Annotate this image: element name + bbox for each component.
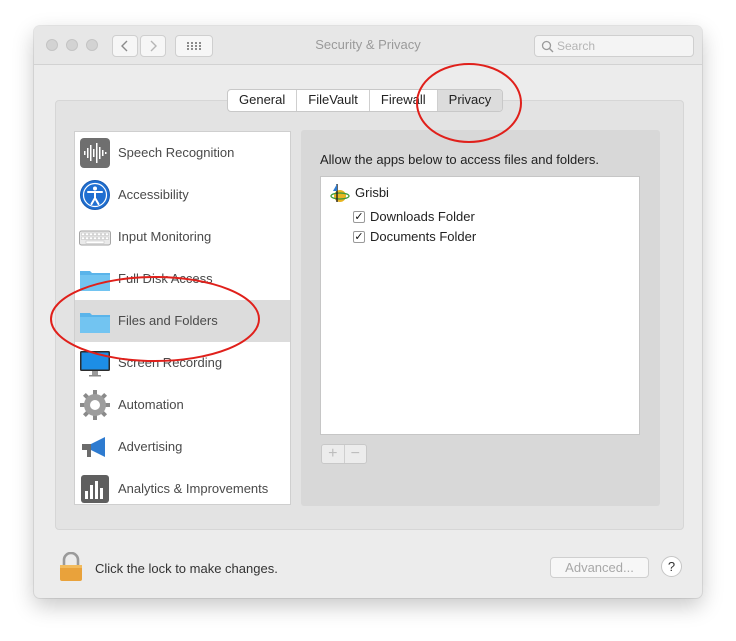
app-name: Grisbi [355, 185, 389, 200]
app-icon [330, 184, 350, 202]
sidebar-item-advertising[interactable]: Advertising [75, 426, 290, 468]
sidebar-item-automation[interactable]: Automation [75, 384, 290, 426]
sidebar-item-full-disk-access[interactable]: Full Disk Access [75, 258, 290, 300]
downloads-folder-checkbox[interactable]: ✓ [353, 211, 365, 223]
sidebar-item-label: Input Monitoring [118, 229, 212, 244]
sidebar-item-label: Speech Recognition [118, 145, 235, 160]
waveform-icon [80, 138, 110, 168]
megaphone-icon [82, 437, 105, 457]
remove-app-button[interactable]: − [345, 445, 367, 463]
tab-privacy[interactable]: Privacy [437, 90, 503, 111]
app-permission-list: Grisbi ✓ Downloads Folder ✓ Documents Fo… [320, 176, 640, 435]
gear-icon [80, 390, 110, 420]
help-button[interactable]: ? [661, 556, 682, 577]
sidebar-item-label: Full Disk Access [118, 271, 213, 286]
sidebar-item-analytics-and-improvements[interactable]: Analytics & Improvements [75, 468, 290, 504]
sidebar-item-label: Files and Folders [118, 313, 218, 328]
lock-message: Click the lock to make changes. [95, 561, 278, 576]
sidebar-item-files-and-folders[interactable]: Files and Folders [75, 300, 290, 342]
search-field[interactable] [534, 35, 694, 57]
preferences-window: Security & Privacy General FileVault Fir… [34, 26, 702, 598]
sidebar-item-screen-recording[interactable]: Screen Recording [75, 342, 290, 384]
add-app-button[interactable]: + [322, 445, 345, 463]
accessibility-icon [80, 180, 110, 210]
sidebar-item-label: Accessibility [118, 187, 189, 202]
documents-folder-checkbox[interactable]: ✓ [353, 231, 365, 243]
sidebar-item-label: Analytics & Improvements [118, 481, 269, 496]
permission-label: Downloads Folder [370, 209, 475, 224]
keyboard-icon [79, 230, 111, 246]
folder-icon [80, 271, 110, 291]
privacy-category-list: Speech Recognition Accessibility Input M… [74, 131, 291, 505]
tab-bar: General FileVault Firewall Privacy [227, 89, 504, 112]
sidebar-item-accessibility[interactable]: Accessibility [75, 174, 290, 216]
tab-general[interactable]: General [228, 90, 298, 111]
sidebar-item-input-monitoring[interactable]: Input Monitoring [75, 216, 290, 258]
tab-firewall[interactable]: Firewall [370, 90, 438, 111]
display-icon [80, 351, 110, 377]
panel-description: Allow the apps below to access files and… [320, 152, 599, 167]
lock-icon[interactable] [58, 552, 84, 582]
search-input[interactable] [557, 37, 687, 55]
sidebar-item-label: Advertising [118, 439, 183, 454]
permission-label: Documents Folder [370, 229, 477, 244]
advanced-button[interactable]: Advanced... [550, 557, 649, 578]
sidebar-item-label: Automation [118, 397, 184, 412]
tab-filevault[interactable]: FileVault [297, 90, 370, 111]
folder-icon [80, 313, 110, 333]
title-bar: Security & Privacy [34, 26, 702, 65]
sidebar-item-label: Screen Recording [118, 355, 223, 370]
bar-chart-icon [81, 475, 109, 503]
search-icon [541, 40, 554, 53]
add-remove-control: + − [321, 444, 367, 464]
sidebar-item-speech-recognition[interactable]: Speech Recognition [75, 132, 290, 174]
